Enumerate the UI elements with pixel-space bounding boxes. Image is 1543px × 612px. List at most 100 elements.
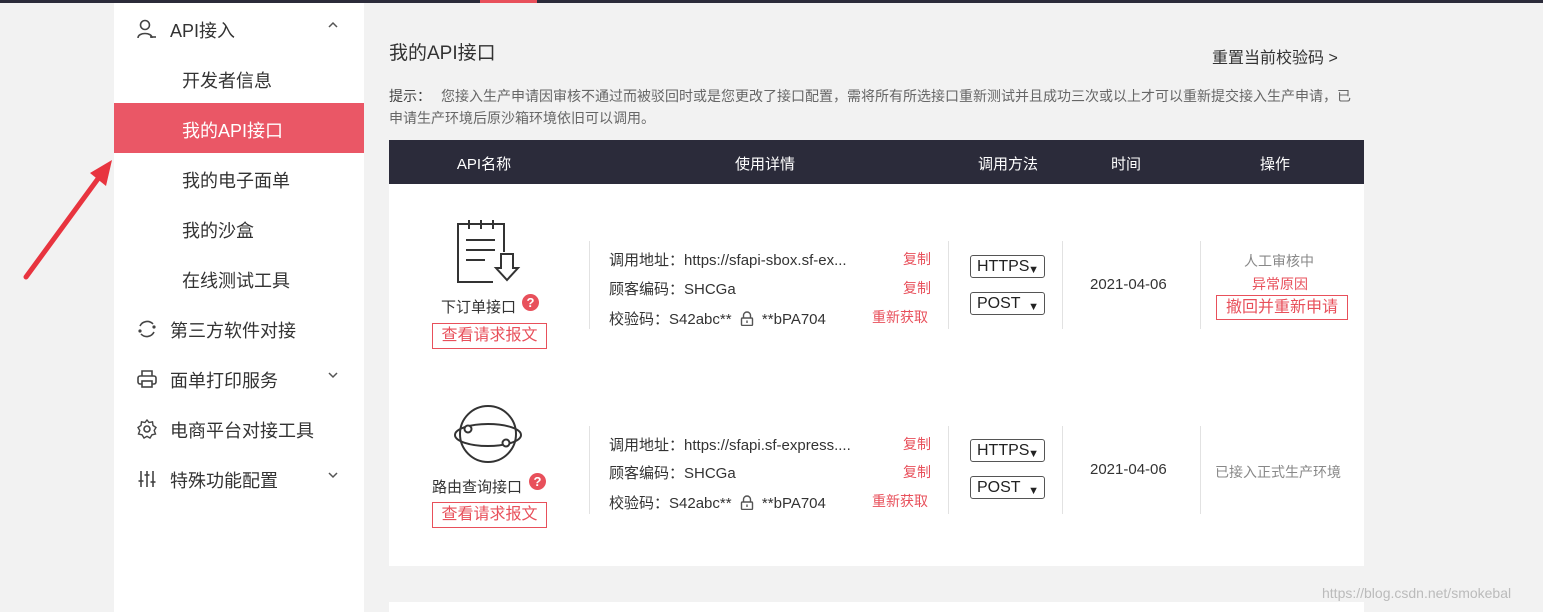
column-header: 调用方法 [977, 156, 1039, 173]
api-name: 路由查询接口 [432, 479, 523, 496]
caret-down-icon: ▼ [1028, 301, 1039, 313]
sidebar-section-ecommerce[interactable]: 电商平台对接工具 [114, 403, 364, 453]
help-icon[interactable]: ? [529, 473, 546, 490]
tip-text: 提示： 您接入生产申请因审核不通过而被驳回时或是您更改了接口配置，需将所有所选接口… [389, 85, 1364, 129]
globe-route-icon [454, 405, 522, 463]
divider [948, 241, 949, 329]
call-url-value: https://sfapi-sbox.sf-ex... [684, 252, 847, 269]
annotation-arrow-icon [23, 160, 112, 280]
column-header: 使用详情 [734, 156, 796, 173]
sliders-icon [138, 471, 156, 487]
sidebar-section-label: 电商平台对接工具 [170, 421, 314, 441]
chevron-down-icon [328, 372, 338, 379]
customer-code: 顾客编码：SHCGa [609, 462, 736, 483]
call-url-value: https://sfapi.sf-express.... [684, 437, 851, 454]
divider [589, 426, 590, 514]
tip-message: 您接入生产申请因审核不通过而被驳回时或是您更改了接口配置，需将所有所选接口重新测… [389, 88, 1351, 126]
gear-icon [137, 418, 157, 439]
sidebar-item-label: 我的电子面单 [182, 171, 290, 191]
sidebar-item-my-waybill[interactable]: 我的电子面单 [114, 153, 364, 203]
refresh-code-button[interactable]: 重新获取 [872, 307, 928, 327]
customer-code-label: 顾客编码： [609, 281, 685, 298]
divider [948, 426, 949, 514]
sidebar-section-print[interactable]: 面单打印服务 [114, 353, 364, 403]
divider [1200, 241, 1201, 329]
help-icon[interactable]: ? [522, 294, 539, 311]
check-code-prefix: S42abc** [669, 311, 732, 328]
check-code-label: 校验码： [609, 311, 670, 328]
method-select[interactable]: POST ▼ [970, 292, 1045, 315]
sidebar: API接入 开发者信息 我的API接口 我的电子面单 我的沙盒 在线测试工具 第… [114, 3, 364, 612]
status-text: 人工审核中 [1244, 253, 1314, 269]
caret-down-icon: ▼ [1028, 264, 1039, 276]
method-select[interactable]: POST ▼ [970, 476, 1045, 499]
copy-url-button[interactable]: 复制 [903, 249, 931, 269]
check-code: 校验码：S42abc** **bPA704 [609, 308, 826, 329]
divider [1062, 241, 1063, 329]
view-request-button[interactable]: 查看请求报文 [432, 323, 547, 349]
sidebar-item-online-test[interactable]: 在线测试工具 [114, 253, 364, 303]
sidebar-section-api[interactable]: API接入 [114, 3, 364, 53]
sidebar-item-label: 我的沙盒 [182, 221, 254, 241]
sidebar-section-third-party[interactable]: 第三方软件对接 [114, 303, 364, 353]
protocol-select[interactable]: HTTPS ▼ [970, 255, 1045, 278]
protocol-value: HTTPS [977, 258, 1030, 275]
sidebar-item-my-api[interactable]: 我的API接口 [114, 103, 364, 153]
method-value: POST [977, 295, 1021, 312]
api-name: 下订单接口 [441, 299, 517, 316]
table-header: API名称 使用详情 调用方法 时间 操作 [389, 140, 1364, 184]
copy-customer-button[interactable]: 复制 [903, 462, 931, 482]
check-code-suffix: **bPA704 [761, 311, 826, 328]
top-bar-accent [480, 0, 537, 3]
copy-customer-button[interactable]: 复制 [903, 278, 931, 298]
caret-down-icon: ▼ [1028, 485, 1039, 497]
protocol-value: HTTPS [977, 442, 1030, 459]
sidebar-section-label: 面单打印服务 [170, 371, 278, 391]
user-icon [137, 19, 156, 39]
watermark: https://blog.csdn.net/smokebal [1322, 585, 1512, 601]
check-code-prefix: S42abc** [669, 495, 732, 512]
sidebar-section-special[interactable]: 特殊功能配置 [114, 453, 364, 503]
lock-icon[interactable] [740, 495, 754, 510]
next-card [389, 602, 1364, 612]
api-table: API名称 使用详情 调用方法 时间 操作 下订单接口 ? 查看请求报文 调用地… [389, 140, 1364, 566]
printer-icon [137, 370, 157, 388]
call-url: 调用地址：https://sfapi.sf-express.... [609, 434, 851, 455]
page-title: 我的API接口 [389, 43, 496, 64]
chevron-up-icon [328, 21, 338, 28]
sidebar-item-developer-info[interactable]: 开发者信息 [114, 53, 364, 103]
customer-code: 顾客编码：SHCGa [609, 278, 736, 299]
reset-check-code-link[interactable]: 重置当前校验码 > [1212, 44, 1338, 68]
withdraw-reapply-button[interactable]: 撤回并重新申请 [1216, 295, 1348, 320]
sidebar-section-label: 第三方软件对接 [170, 321, 296, 341]
customer-code-value: SHCGa [684, 281, 736, 298]
chevron-down-icon [328, 472, 338, 479]
check-code-suffix: **bPA704 [761, 495, 826, 512]
lock-icon[interactable] [740, 311, 754, 326]
table-row: 路由查询接口 ? 查看请求报文 调用地址：https://sfapi.sf-ex… [389, 385, 1364, 555]
copy-url-button[interactable]: 复制 [903, 434, 931, 454]
divider [589, 241, 590, 329]
sidebar-item-my-sandbox[interactable]: 我的沙盒 [114, 203, 364, 253]
call-url: 调用地址：https://sfapi-sbox.sf-ex... [609, 249, 847, 270]
loop-icon [138, 320, 156, 338]
customer-code-label: 顾客编码： [609, 465, 685, 482]
column-header: 操作 [1259, 156, 1291, 173]
table-row: 下订单接口 ? 查看请求报文 调用地址：https://sfapi-sbox.s… [389, 200, 1364, 370]
call-url-label: 调用地址： [609, 437, 685, 454]
customer-code-value: SHCGa [684, 465, 736, 482]
check-code-label: 校验码： [609, 495, 670, 512]
protocol-select[interactable]: HTTPS ▼ [970, 439, 1045, 462]
date-cell: 2021-04-06 [1090, 461, 1167, 478]
error-reason-link[interactable]: 异常原因 [1252, 274, 1308, 294]
refresh-code-button[interactable]: 重新获取 [872, 491, 928, 511]
sidebar-item-label: 在线测试工具 [182, 271, 290, 291]
method-value: POST [977, 479, 1021, 496]
view-request-button[interactable]: 查看请求报文 [432, 502, 547, 528]
sidebar-section-label: 特殊功能配置 [170, 471, 278, 491]
call-url-label: 调用地址： [609, 252, 685, 269]
date-cell: 2021-04-06 [1090, 276, 1167, 293]
sidebar-item-label: 我的API接口 [182, 121, 284, 141]
divider [1200, 426, 1201, 514]
order-form-icon [457, 220, 521, 286]
